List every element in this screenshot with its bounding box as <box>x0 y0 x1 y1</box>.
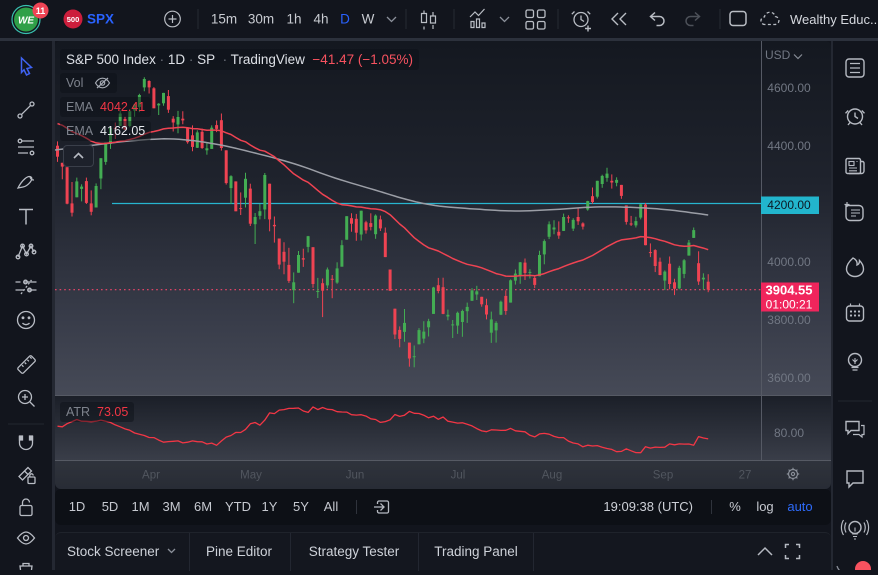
svg-text:4h: 4h <box>313 12 328 27</box>
svg-text:3600.00: 3600.00 <box>767 371 811 385</box>
svg-text:15m: 15m <box>211 12 237 27</box>
svg-text:500: 500 <box>67 15 80 24</box>
svg-text:3904.55: 3904.55 <box>766 283 813 298</box>
svg-text:WE: WE <box>18 16 34 27</box>
svg-text:30m: 30m <box>248 12 274 27</box>
svg-text:W: W <box>362 12 375 27</box>
svg-text:80.00: 80.00 <box>774 426 804 440</box>
svg-text:SPX: SPX <box>87 12 114 27</box>
svg-text:USD: USD <box>765 48 791 62</box>
svg-text:3800.00: 3800.00 <box>767 313 811 327</box>
svg-text:Wealthy Educ...: Wealthy Educ... <box>790 12 878 27</box>
svg-text:4400.00: 4400.00 <box>767 139 811 153</box>
svg-text:1h: 1h <box>286 12 301 27</box>
svg-text:4200.00: 4200.00 <box>767 198 811 212</box>
svg-text:01:00:21: 01:00:21 <box>766 298 813 312</box>
svg-text:11: 11 <box>36 6 46 16</box>
svg-text:4000.00: 4000.00 <box>767 255 811 269</box>
svg-text:D: D <box>340 12 350 27</box>
svg-text:4600.00: 4600.00 <box>767 81 811 95</box>
